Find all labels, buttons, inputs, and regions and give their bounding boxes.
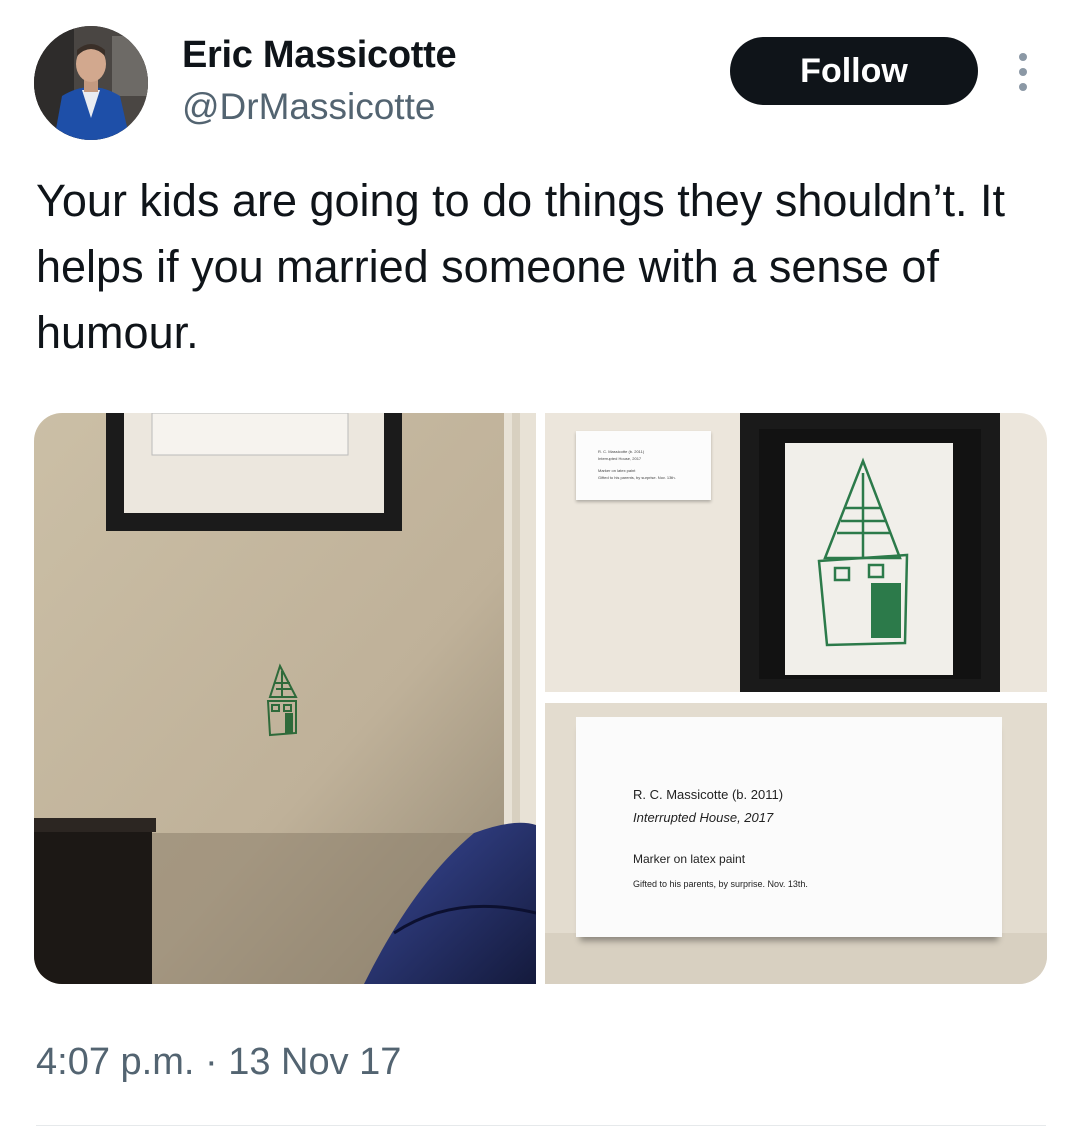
- small-placard-credit: Gifted to his parents, by surprise. Nov.…: [598, 475, 676, 480]
- tweet-text: Your kids are going to do things they sh…: [36, 175, 1005, 358]
- placard-artist: R. C. Massicotte (b. 2011): [633, 787, 784, 802]
- tweet-timestamp[interactable]: 4:07 p.m. · 13 Nov 17: [36, 1041, 401, 1084]
- avatar[interactable]: [34, 26, 148, 140]
- dot: [1019, 53, 1027, 61]
- media-grid: R. C. Massicotte (b. 2011) Interrupted H…: [34, 413, 1047, 984]
- follow-button[interactable]: Follow: [730, 37, 978, 105]
- divider: [36, 1125, 1046, 1126]
- small-placard-title: Interrupted House, 2017: [598, 456, 642, 461]
- photo-placard[interactable]: R. C. Massicotte (b. 2011) Interrupted H…: [545, 703, 1047, 984]
- small-placard-artist: R. C. Massicotte (b. 2011): [598, 449, 645, 454]
- author-name[interactable]: Eric Massicotte: [182, 34, 457, 77]
- small-placard: R. C. Massicotte (b. 2011) Interrupted H…: [576, 431, 711, 500]
- dot: [1019, 68, 1027, 76]
- placard-title: Interrupted House, 2017: [633, 810, 774, 825]
- small-placard-medium: Marker on latex paint: [598, 468, 636, 473]
- photo-wall-drawing[interactable]: [34, 413, 536, 984]
- avatar-image: [34, 26, 148, 140]
- photo-framed-drawing[interactable]: R. C. Massicotte (b. 2011) Interrupted H…: [545, 413, 1047, 692]
- placard-credit: Gifted to his parents, by surprise. Nov.…: [633, 879, 808, 889]
- author-handle[interactable]: @DrMassicotte: [182, 86, 435, 128]
- more-options-icon[interactable]: [1008, 44, 1038, 100]
- placard-medium: Marker on latex paint: [633, 852, 746, 866]
- dot: [1019, 83, 1027, 91]
- tweet-header: Eric Massicotte @DrMassicotte Follow: [0, 0, 1080, 160]
- placard-card: R. C. Massicotte (b. 2011) Interrupted H…: [576, 717, 1002, 937]
